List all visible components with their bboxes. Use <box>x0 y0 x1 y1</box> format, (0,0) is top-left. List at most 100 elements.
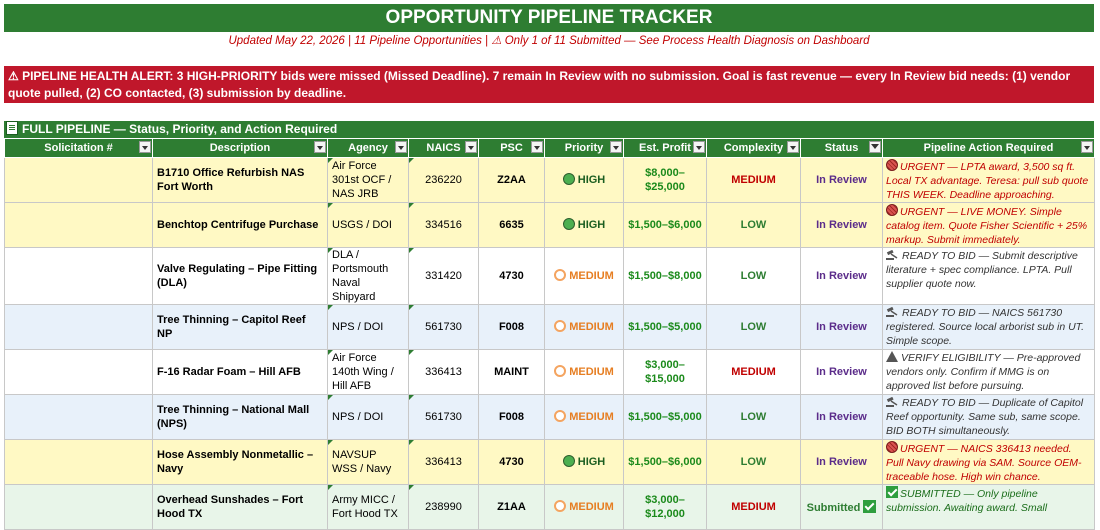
col-header-solicitation[interactable]: Solicitation # <box>4 138 153 158</box>
cell-solicitation[interactable] <box>4 247 153 305</box>
col-header-priority[interactable]: Priority <box>544 138 624 158</box>
filter-dropdown-icon[interactable] <box>531 141 543 153</box>
cell-description[interactable]: F-16 Radar Foam – Hill AFB <box>152 349 328 395</box>
cell-psc[interactable]: 6635 <box>478 202 545 248</box>
cell-psc[interactable]: 4730 <box>478 439 545 485</box>
cell-agency[interactable]: Air Force 140th Wing / Hill AFB <box>327 349 409 395</box>
cell-est-profit[interactable]: $1,500–$5,000 <box>623 394 707 440</box>
cell-complexity[interactable]: LOW <box>706 247 801 305</box>
cell-action[interactable]: READY TO BID — NAICS 561730 registered. … <box>882 304 1095 350</box>
cell-agency[interactable]: NPS / DOI <box>327 394 409 440</box>
cell-action[interactable]: URGENT — LIVE MONEY. Simple catalog item… <box>882 202 1095 248</box>
cell-action[interactable]: URGENT — NAICS 336413 needed. Pull Navy … <box>882 439 1095 485</box>
cell-priority[interactable]: MEDIUM <box>544 247 624 305</box>
cell-solicitation[interactable] <box>4 349 153 395</box>
cell-naics[interactable]: 561730 <box>408 304 479 350</box>
cell-agency[interactable]: NPS / DOI <box>327 304 409 350</box>
cell-solicitation[interactable] <box>4 484 153 530</box>
cell-complexity[interactable]: LOW <box>706 439 801 485</box>
col-header-naics[interactable]: NAICS <box>408 138 479 158</box>
cell-action[interactable]: SUBMITTED — Only pipeline submission. Aw… <box>882 484 1095 530</box>
cell-action[interactable]: URGENT — LPTA award, 3,500 sq ft. Local … <box>882 157 1095 203</box>
cell-agency[interactable]: DLA / Portsmouth Naval Shipyard <box>327 247 409 305</box>
cell-description[interactable]: Overhead Sunshades – Fort Hood TX <box>152 484 328 530</box>
cell-est-profit[interactable]: $3,000–$15,000 <box>623 349 707 395</box>
col-header-agency[interactable]: Agency <box>327 138 409 158</box>
col-header-psc[interactable]: PSC <box>478 138 545 158</box>
cell-description[interactable]: Tree Thinning – National Mall (NPS) <box>152 394 328 440</box>
cell-psc[interactable]: Z2AA <box>478 157 545 203</box>
filter-dropdown-icon[interactable] <box>787 141 799 153</box>
cell-naics[interactable]: 336413 <box>408 349 479 395</box>
cell-naics[interactable]: 238990 <box>408 484 479 530</box>
cell-psc[interactable]: Z1AA <box>478 484 545 530</box>
cell-solicitation[interactable] <box>4 439 153 485</box>
cell-agency[interactable]: USGS / DOI <box>327 202 409 248</box>
cell-status[interactable]: In Review <box>800 349 883 395</box>
cell-complexity[interactable]: LOW <box>706 202 801 248</box>
filter-dropdown-icon[interactable] <box>693 141 705 153</box>
cell-agency[interactable]: Air Force 301st OCF / NAS JRB <box>327 157 409 203</box>
cell-description[interactable]: Hose Assembly Nonmetallic – Navy <box>152 439 328 485</box>
cell-solicitation[interactable] <box>4 304 153 350</box>
cell-status[interactable]: In Review <box>800 202 883 248</box>
cell-solicitation[interactable] <box>4 157 153 203</box>
cell-status[interactable]: In Review <box>800 157 883 203</box>
cell-psc[interactable]: F008 <box>478 304 545 350</box>
cell-complexity[interactable]: LOW <box>706 304 801 350</box>
cell-psc[interactable]: F008 <box>478 394 545 440</box>
cell-description[interactable]: Tree Thinning – Capitol Reef NP <box>152 304 328 350</box>
cell-priority[interactable]: MEDIUM <box>544 304 624 350</box>
col-header-action[interactable]: Pipeline Action Required <box>882 138 1095 158</box>
cell-solicitation[interactable] <box>4 202 153 248</box>
filter-dropdown-icon[interactable] <box>139 141 151 153</box>
cell-description[interactable]: Benchtop Centrifuge Purchase <box>152 202 328 248</box>
filter-dropdown-icon[interactable] <box>1081 141 1093 153</box>
cell-priority[interactable]: MEDIUM <box>544 349 624 395</box>
cell-est-profit[interactable]: $1,500–$6,000 <box>623 202 707 248</box>
cell-description[interactable]: B1710 Office Refurbish NAS Fort Worth <box>152 157 328 203</box>
cell-status[interactable]: In Review <box>800 439 883 485</box>
cell-naics[interactable]: 334516 <box>408 202 479 248</box>
cell-action[interactable]: READY TO BID — Duplicate of Capitol Reef… <box>882 394 1095 440</box>
cell-description[interactable]: Valve Regulating – Pipe Fitting (DLA) <box>152 247 328 305</box>
cell-naics[interactable]: 336413 <box>408 439 479 485</box>
filter-dropdown-icon[interactable] <box>395 141 407 153</box>
cell-priority[interactable]: MEDIUM <box>544 394 624 440</box>
cell-priority[interactable]: HIGH <box>544 202 624 248</box>
cell-complexity[interactable]: LOW <box>706 394 801 440</box>
cell-status[interactable]: Submitted <box>800 484 883 530</box>
cell-agency[interactable]: Army MICC / Fort Hood TX <box>327 484 409 530</box>
col-header-complexity[interactable]: Complexity <box>706 138 801 158</box>
cell-action[interactable]: VERIFY ELIGIBILITY — Pre-approved vendor… <box>882 349 1095 395</box>
cell-est-profit[interactable]: $1,500–$8,000 <box>623 247 707 305</box>
cell-est-profit[interactable]: $1,500–$6,000 <box>623 439 707 485</box>
cell-naics[interactable]: 236220 <box>408 157 479 203</box>
filter-active-icon[interactable] <box>869 141 881 153</box>
cell-status[interactable]: In Review <box>800 304 883 350</box>
col-header-status[interactable]: Status <box>800 138 883 158</box>
cell-priority[interactable]: MEDIUM <box>544 484 624 530</box>
cell-status[interactable]: In Review <box>800 247 883 305</box>
cell-solicitation[interactable] <box>4 394 153 440</box>
filter-dropdown-icon[interactable] <box>465 141 477 153</box>
filter-dropdown-icon[interactable] <box>610 141 622 153</box>
cell-complexity[interactable]: MEDIUM <box>706 157 801 203</box>
cell-status[interactable]: In Review <box>800 394 883 440</box>
cell-naics[interactable]: 331420 <box>408 247 479 305</box>
cell-complexity[interactable]: MEDIUM <box>706 349 801 395</box>
cell-priority[interactable]: HIGH <box>544 439 624 485</box>
cell-psc[interactable]: MAINT <box>478 349 545 395</box>
cell-naics[interactable]: 561730 <box>408 394 479 440</box>
cell-action[interactable]: READY TO BID — Submit descriptive litera… <box>882 247 1095 305</box>
cell-est-profit[interactable]: $3,000–$12,000 <box>623 484 707 530</box>
cell-priority[interactable]: HIGH <box>544 157 624 203</box>
filter-dropdown-icon[interactable] <box>314 141 326 153</box>
cell-complexity[interactable]: MEDIUM <box>706 484 801 530</box>
cell-est-profit[interactable]: $8,000–$25,000 <box>623 157 707 203</box>
cell-agency[interactable]: NAVSUP WSS / Navy <box>327 439 409 485</box>
col-header-description[interactable]: Description <box>152 138 328 158</box>
cell-est-profit[interactable]: $1,500–$5,000 <box>623 304 707 350</box>
cell-psc[interactable]: 4730 <box>478 247 545 305</box>
col-header-est-profit[interactable]: Est. Profit <box>623 138 707 158</box>
